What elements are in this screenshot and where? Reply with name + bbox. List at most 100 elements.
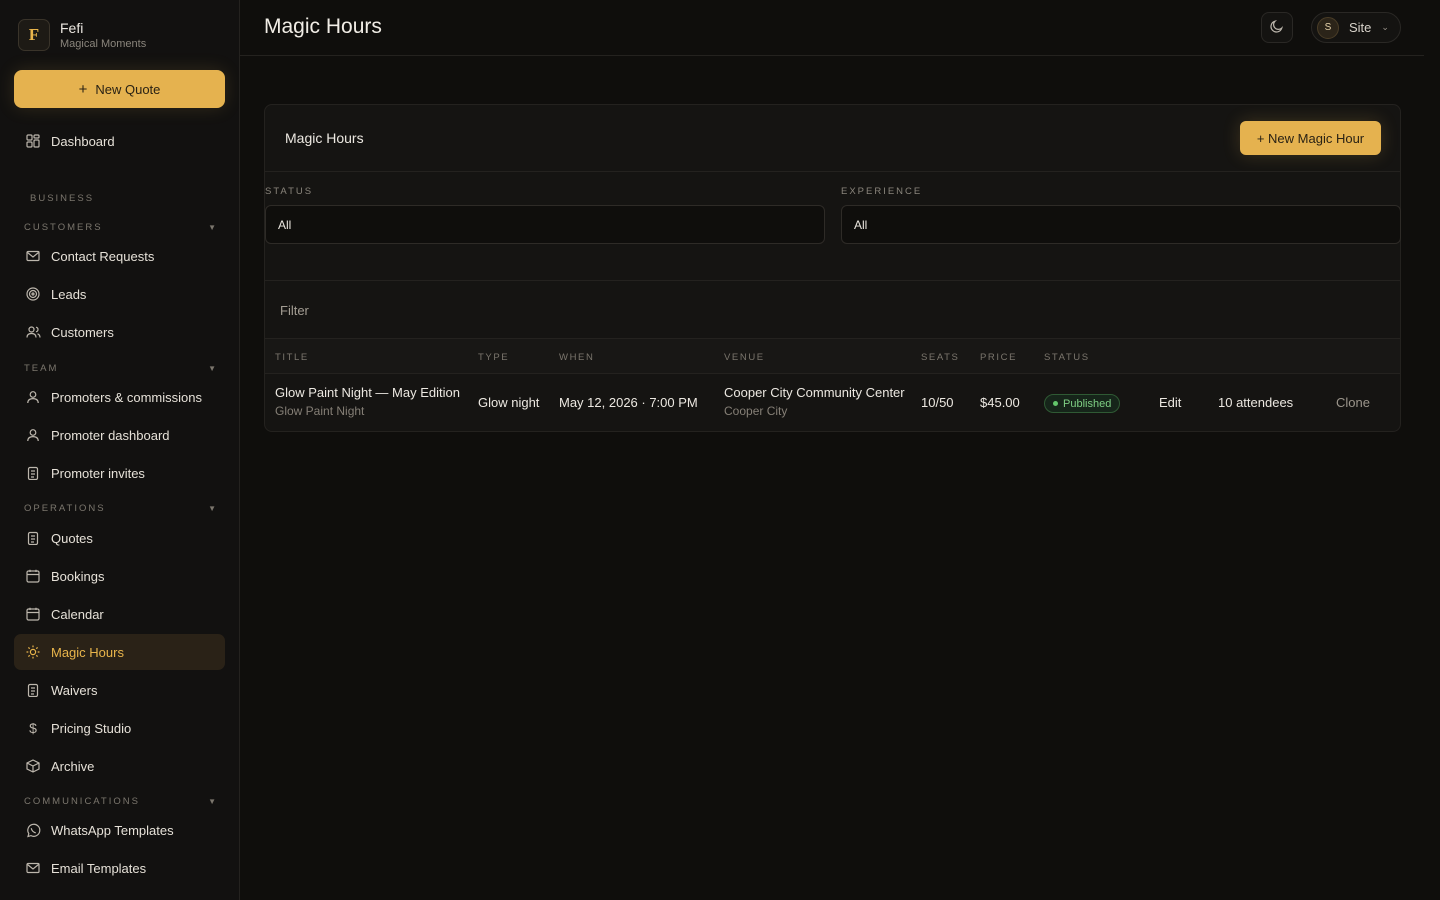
sidebar-item-label: Email Templates <box>51 860 147 876</box>
sidebar-item-label: Archive <box>51 758 95 774</box>
sidebar-item-promoter-dashboard[interactable]: Promoter dashboard <box>14 417 225 453</box>
experience-filter-label: EXPERIENCE <box>841 186 923 197</box>
sidebar-item-whatsapp-templates[interactable]: WhatsApp Templates <box>14 812 225 848</box>
group-communications-label: COMMUNICATIONS <box>24 796 140 807</box>
sidebar-item-magic-hours[interactable]: Magic Hours <box>14 634 225 670</box>
group-operations[interactable]: OPERATIONS ▼ <box>24 503 216 514</box>
brand-subtitle: Magical Moments <box>60 37 147 50</box>
row-title-sub: Glow Paint Night <box>275 404 365 418</box>
sidebar-item-bookings[interactable]: Bookings <box>14 558 225 594</box>
table-row[interactable]: Glow Paint Night — May Edition Glow Pain… <box>265 374 1400 432</box>
sidebar-item-label: Quotes <box>51 530 93 546</box>
experience-select[interactable]: All <box>841 205 1401 244</box>
filter-input[interactable]: Filter <box>280 303 309 318</box>
sidebar-item-label: Calendar <box>51 606 104 622</box>
status-select[interactable]: All <box>265 205 825 244</box>
group-communications[interactable]: COMMUNICATIONS ▼ <box>24 796 216 807</box>
users-icon <box>25 324 41 340</box>
row-venue: Cooper City Community Center <box>724 385 905 400</box>
sidebar-item-archive[interactable]: Archive <box>14 748 225 784</box>
new-quote-button[interactable]: + New Quote <box>14 70 225 108</box>
dollar-icon: $ <box>29 720 37 736</box>
attendees-link[interactable]: 10 attendees <box>1218 395 1293 410</box>
status-filter-label: STATUS <box>265 186 314 197</box>
sidebar-item-calendar[interactable]: Calendar <box>14 596 225 632</box>
sidebar-item-label: Waivers <box>51 682 98 698</box>
brand-name: Fefi <box>60 19 84 36</box>
price-cell: $45.00 <box>980 395 1020 410</box>
plus-icon: + <box>78 80 88 98</box>
sidebar-item-label: Promoter dashboard <box>51 427 170 443</box>
theme-toggle-button[interactable] <box>1261 12 1293 43</box>
column-header[interactable]: SEATS <box>921 352 959 363</box>
chevron-down-icon: ▼ <box>208 364 216 373</box>
sidebar-item-quotes[interactable]: Quotes <box>14 520 225 556</box>
status-dot-icon <box>1053 401 1058 406</box>
site-switcher[interactable]: S Site ⌄ <box>1311 12 1401 43</box>
site-label: Site <box>1349 20 1372 35</box>
box-icon <box>25 758 41 774</box>
divider <box>265 171 1400 172</box>
top-header: Magic Hours S Site ⌄ <box>240 0 1424 56</box>
sidebar-item-label: Bookings <box>51 568 105 584</box>
sidebar-item-email-templates[interactable]: Email Templates <box>14 850 225 886</box>
group-team-label: TEAM <box>24 363 59 374</box>
clipboard-icon <box>25 465 41 481</box>
page-title: Magic Hours <box>264 15 382 38</box>
group-operations-label: OPERATIONS <box>24 503 106 514</box>
type-cell: Glow night <box>478 395 540 410</box>
table-header: TITLE TYPE WHEN VENUE SEATS PRICE STATUS <box>265 338 1400 374</box>
column-header[interactable]: STATUS <box>1044 352 1090 363</box>
brand-logo: F <box>18 19 50 51</box>
column-header[interactable]: TYPE <box>478 352 509 363</box>
sidebar-item-label: Promoter invites <box>51 465 145 481</box>
divider <box>265 280 1400 281</box>
seats-cell: 10/50 <box>921 395 954 410</box>
new-magic-hour-button[interactable]: + New Magic Hour <box>1240 121 1381 155</box>
when-cell: May 12, 2026 · 7:00 PM <box>559 395 698 410</box>
calendar-icon <box>25 568 41 584</box>
avatar: S <box>1317 16 1339 39</box>
group-team[interactable]: TEAM ▼ <box>24 363 216 374</box>
user-icon <box>25 427 41 443</box>
new-quote-label: New Quote <box>95 81 161 97</box>
sidebar-item-label: Dashboard <box>51 133 115 149</box>
column-header[interactable]: PRICE <box>980 352 1017 363</box>
whatsapp-icon <box>25 822 41 838</box>
sidebar-item-label: Leads <box>51 286 87 302</box>
chevron-down-icon: ⌄ <box>1381 22 1389 32</box>
card-title: Magic Hours <box>285 130 364 146</box>
experience-select-value: All <box>854 217 868 232</box>
sidebar-item-contact-requests[interactable]: Contact Requests <box>14 238 225 274</box>
sidebar-item-promoters[interactable]: Promoters & commissions <box>14 379 225 415</box>
chevron-down-icon: ▼ <box>208 223 216 232</box>
column-header[interactable]: VENUE <box>724 352 765 363</box>
clone-link[interactable]: Clone <box>1336 395 1370 410</box>
brand[interactable]: F Fefi Magical Moments <box>18 19 146 51</box>
status-badge: Published <box>1044 394 1121 413</box>
group-customers[interactable]: CUSTOMERS ▼ <box>24 222 216 233</box>
group-customers-label: CUSTOMERS <box>24 222 103 233</box>
moon-icon <box>1270 19 1284 36</box>
sidebar-item-leads[interactable]: Leads <box>14 276 225 312</box>
column-header[interactable]: TITLE <box>275 352 309 363</box>
chevron-down-icon: ▼ <box>208 504 216 513</box>
row-venue-sub: Cooper City <box>724 404 788 418</box>
edit-link[interactable]: Edit <box>1159 395 1181 410</box>
sidebar-item-label: Customers <box>51 324 114 340</box>
sidebar-item-pricing-studio[interactable]: $ Pricing Studio <box>14 710 225 746</box>
target-icon <box>25 286 41 302</box>
sun-icon <box>25 644 41 660</box>
sidebar-item-label: WhatsApp Templates <box>51 822 174 838</box>
sidebar-item-promoter-invites[interactable]: Promoter invites <box>14 455 225 491</box>
sidebar-item-dashboard[interactable]: Dashboard <box>14 123 225 159</box>
chevron-down-icon: ▼ <box>208 797 216 806</box>
title-cell: Glow Paint Night — May Edition Glow Pain… <box>275 385 460 418</box>
sidebar-item-customers[interactable]: Customers <box>14 314 225 350</box>
row-title: Glow Paint Night — May Edition <box>275 385 460 400</box>
column-header[interactable]: WHEN <box>559 352 594 363</box>
status-select-value: All <box>278 217 292 232</box>
sidebar-item-label: Contact Requests <box>51 248 155 264</box>
sidebar-item-waivers[interactable]: Waivers <box>14 672 225 708</box>
venue-cell: Cooper City Community Center Cooper City <box>724 385 905 418</box>
